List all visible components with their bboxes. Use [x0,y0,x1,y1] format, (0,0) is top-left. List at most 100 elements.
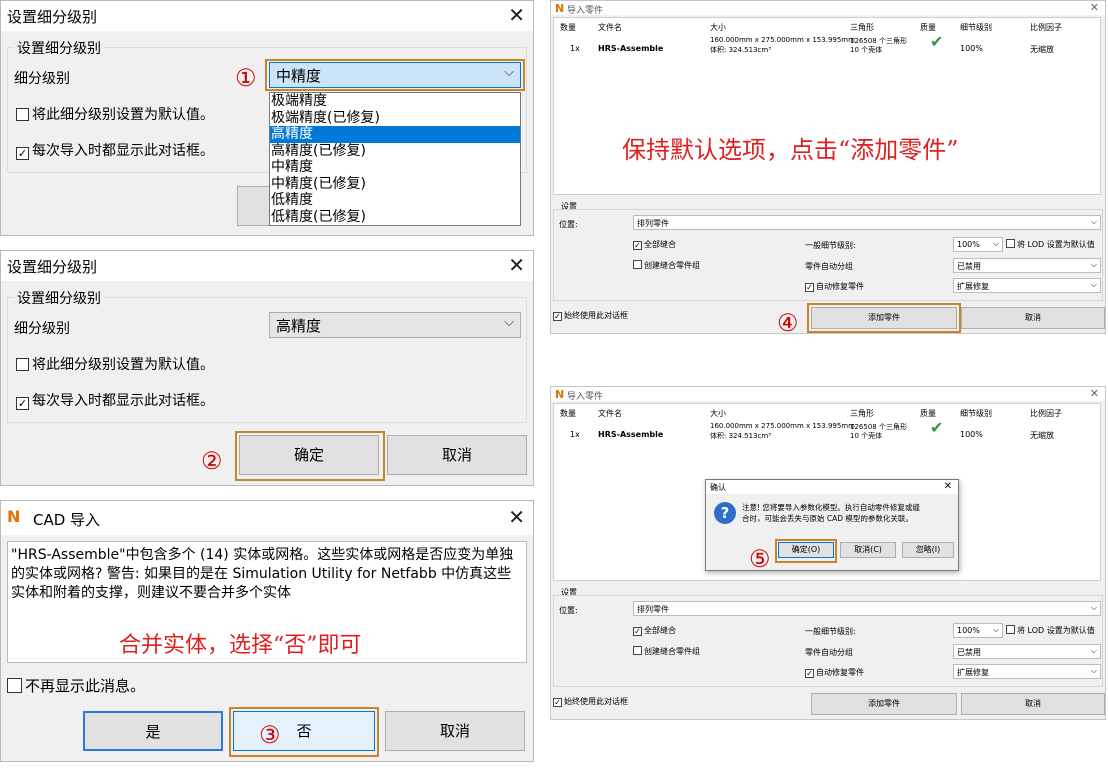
lod-default-checkbox[interactable]: 将 LOD 设置为默认值 [1006,625,1095,636]
dropdown-option[interactable]: 高精度(已修复) [270,143,520,160]
create-group-checkbox[interactable]: 创建缝合零件组 [633,646,700,657]
step-marker: ① [235,64,257,92]
row-shells: 10 个壳体 [850,46,883,54]
group-title: 设置细分级别 [14,38,104,58]
import-parts-dialog-confirm: N 导入零件 ✕ 数量 文件名 大小 三角形 质量 细节级别 比例因子 1x H… [550,386,1106,720]
row-size: 160.000mm x 275.000mm x 153.995mm [710,422,855,430]
confirm-ignore-button[interactable]: 忽略(I) [902,542,954,558]
select-value: 已禁用 [957,648,981,657]
show-dialog-checkbox[interactable]: ✓ 每次导入时都显示此对话框。 [16,390,214,410]
show-dialog-checkbox[interactable]: ✓ 每次导入时都显示此对话框。 [16,140,214,160]
title-bar: 设置细分级别 ✕ [1,251,533,281]
dropdown-option[interactable]: 中精度(已修复) [270,176,520,193]
checkbox-label: 将 LOD 设置为默认值 [1017,626,1095,635]
group-title: 设置细分级别 [14,288,104,308]
auto-group-label: 零件自动分组 [805,262,853,271]
close-icon[interactable]: ✕ [1090,1,1099,14]
general-lod-select[interactable]: 100% ⌵ [953,623,1003,638]
cancel-button[interactable]: 取消 [387,435,527,475]
import-parts-dialog: N 导入零件 ✕ 数量 文件名 大小 三角形 质量 细节级别 比例因子 1x H… [550,0,1106,334]
lod-default-checkbox[interactable]: 将 LOD 设置为默认值 [1006,239,1095,250]
yes-button[interactable]: 是 [83,711,223,751]
dont-show-checkbox[interactable]: 不再显示此消息。 [7,675,145,696]
select-value: 100% [957,626,980,635]
auto-repair-select[interactable]: 扩展修复 ⌵ [953,664,1101,679]
all-stitch-checkbox[interactable]: ✓ 全部缝合 [633,239,676,250]
cancel-button[interactable]: 取消 [961,307,1105,329]
dropdown-option[interactable]: 极端精度(已修复) [270,110,520,127]
instruction-note: 合并实体，选择“否”即可 [119,633,362,658]
cancel-button[interactable]: 取消 [961,693,1105,715]
dropdown-option[interactable]: 高精度 [270,126,520,143]
auto-group-select[interactable]: 已禁用 ⌵ [953,644,1101,659]
checkbox-box-checked: ✓ [805,283,814,292]
cancel-button[interactable]: 取消 [385,711,525,751]
add-parts-button[interactable]: 添加零件 [811,693,957,715]
row-qty: 1x [570,44,580,53]
always-use-checkbox[interactable]: ✓ 始终使用此对话框 [553,310,628,321]
cad-import-dialog: N CAD 导入 ✕ "HRS-Assemble"中包含多个 (14) 实体或网… [0,500,534,762]
auto-group-label: 零件自动分组 [805,648,853,657]
step-highlight [229,707,379,757]
dropdown-option[interactable]: 低精度 [270,192,520,209]
always-use-checkbox[interactable]: ✓ 始终使用此对话框 [553,696,628,707]
chevron-down-icon: ⌵ [1090,217,1097,226]
close-icon[interactable]: ✕ [508,505,525,529]
dropdown-option[interactable]: 中精度 [270,159,520,176]
close-icon[interactable]: ✕ [944,481,952,492]
row-file: HRS-Assemble [598,44,664,53]
col-file: 文件名 [598,409,622,418]
chevron-down-icon: ⌵ [1090,666,1097,675]
chevron-down-icon: ⌵ [1090,260,1097,269]
select-value: 扩展修复 [957,668,989,677]
position-label: 位置: [559,606,578,615]
close-icon[interactable]: ✕ [508,3,525,27]
close-icon[interactable]: ✕ [508,253,525,277]
dropdown-option[interactable]: 极端精度 [270,93,520,110]
step-highlight [265,59,525,91]
lod-select[interactable]: 高精度 ⌵ [269,312,521,338]
create-group-checkbox[interactable]: 创建缝合零件组 [633,260,700,271]
quality-check-icon: ✔ [930,418,944,437]
general-lod-label: 一般细节级别: [805,627,856,636]
general-lod-select[interactable]: 100% ⌵ [953,237,1003,252]
close-icon[interactable]: ✕ [1090,387,1099,400]
col-file: 文件名 [598,23,622,32]
default-checkbox[interactable]: 将此细分级别设置为默认值。 [16,104,214,124]
parts-list: 数量 文件名 大小 三角形 质量 细节级别 比例因子 1x HRS-Assemb… [553,17,1101,195]
position-select[interactable]: 排列零件 ⌵ [633,601,1101,616]
dropdown-option[interactable]: 低精度(已修复) [270,209,520,226]
checkbox-box-checked: ✓ [553,312,562,321]
checkbox-label: 将 LOD 设置为默认值 [1017,240,1095,249]
col-size: 大小 [710,23,726,32]
lod-dropdown-list: 极端精度 极端精度(已修复) 高精度 高精度(已修复) 中精度 中精度(已修复) 低精度 低精… [269,92,521,226]
checkbox-label: 始终使用此对话框 [564,311,628,320]
checkbox-label: 自动修复零件 [816,668,864,677]
row-qty: 1x [570,430,580,439]
auto-repair-checkbox[interactable]: ✓ 自动修复零件 [805,667,864,678]
select-value: 已禁用 [957,262,981,271]
checkbox-box [633,646,642,655]
instruction-note: 保持默认选项，点击“添加零件” [622,136,959,164]
auto-repair-checkbox[interactable]: ✓ 自动修复零件 [805,281,864,292]
message-text: "HRS-Assemble"中包含多个 (14) 实体或网格。这些实体或网格是否… [11,547,514,601]
dialog-title: 设置细分级别 [7,8,98,26]
chevron-down-icon: ⌵ [1090,646,1097,655]
netfabb-logo-icon: N [555,2,565,15]
auto-repair-select[interactable]: 扩展修复 ⌵ [953,278,1101,293]
row-scale: 无缩放 [1030,431,1054,440]
position-select[interactable]: 排列零件 ⌵ [633,215,1101,230]
all-stitch-checkbox[interactable]: ✓ 全部缝合 [633,625,676,636]
auto-group-select[interactable]: 已禁用 ⌵ [953,258,1101,273]
col-scale: 比例因子 [1030,409,1062,418]
chevron-down-icon: ⌵ [504,315,514,330]
title-bar: 设置细分级别 ✕ [1,1,533,31]
select-value: 100% [957,240,980,249]
checkbox-label: 每次导入时都显示此对话框。 [32,143,214,159]
row-file: HRS-Assemble [598,430,664,439]
default-checkbox[interactable]: 将此细分级别设置为默认值。 [16,354,214,374]
confirm-cancel-button[interactable]: 取消(C) [840,542,896,558]
row-size: 160.000mm x 275.000mm x 153.995mm [710,36,855,44]
quality-check-icon: ✔ [930,32,944,51]
title-bar: N 导入零件 ✕ [551,387,1105,402]
